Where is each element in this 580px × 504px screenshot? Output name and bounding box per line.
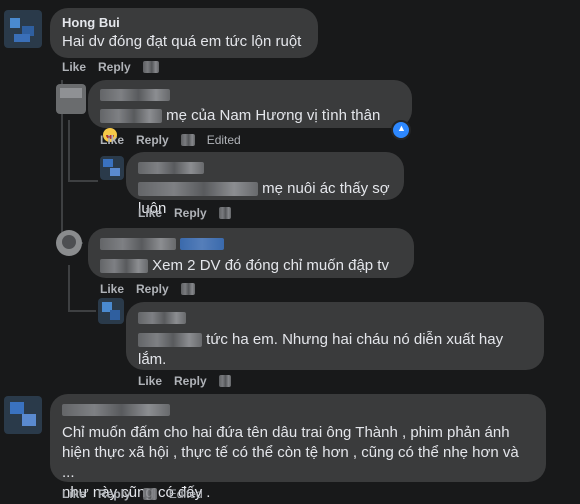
comment-author[interactable] — [100, 88, 170, 101]
like-button[interactable]: Like — [138, 374, 162, 388]
comment-bubble: Chỉ muốn đấm cho hai đứa tên dâu trai ôn… — [50, 394, 546, 501]
like-button[interactable]: Like — [100, 282, 124, 296]
like-button[interactable]: Like — [138, 206, 162, 220]
timestamp[interactable] — [218, 375, 231, 387]
tagged-name[interactable] — [100, 259, 148, 274]
avatar[interactable] — [4, 396, 42, 434]
comment-text: Hai dv đóng đạt quá em tức lộn ruột — [62, 33, 302, 50]
comment-bubble: mẹ nuôi ác thấy sợ luôn — [126, 152, 404, 217]
thread-line — [68, 180, 98, 182]
comment-bubble: tức ha em. Nhưng hai cháu nó diễn xuất h… — [126, 302, 544, 370]
edited-label: Edited — [206, 133, 241, 147]
thread-line — [68, 310, 96, 312]
avatar[interactable] — [100, 156, 124, 180]
timestamp[interactable] — [142, 61, 159, 73]
avatar[interactable] — [98, 298, 124, 324]
reply-button[interactable]: Reply — [98, 60, 131, 74]
tagged-name[interactable] — [138, 333, 202, 348]
like-reaction-icon[interactable] — [391, 120, 411, 140]
comment-text-continued: lắm. — [138, 351, 167, 368]
avatar[interactable] — [56, 230, 82, 256]
comment-author[interactable] — [138, 311, 186, 324]
reply-button[interactable]: Reply — [136, 133, 169, 147]
thread-line — [68, 265, 70, 312]
timestamp[interactable] — [142, 488, 157, 500]
comment-bubble: Xem 2 DV đó đóng chỉ muốn đập tv — [88, 228, 414, 278]
like-button[interactable]: Like — [62, 60, 86, 74]
comment-author[interactable] — [100, 237, 176, 250]
reply-button[interactable]: Reply — [174, 206, 207, 220]
comment-author[interactable]: Hong Bui — [62, 15, 306, 30]
timestamp[interactable] — [180, 134, 195, 146]
comment-author-tag — [180, 237, 225, 250]
comment-text: tức ha em. Nhưng hai cháu nó diễn xuất h… — [206, 331, 504, 348]
avatar[interactable] — [4, 10, 42, 48]
like-button[interactable]: Like — [100, 133, 124, 147]
comment-text-line: Chỉ muốn đấm cho hai đứa tên dâu trai ôn… — [62, 424, 510, 441]
comment-text: mẹ của Nam Hương vị tình thân — [166, 107, 381, 124]
comment-bubble: mẹ của Nam Hương vị tình thân — [88, 80, 412, 142]
like-button[interactable]: Like — [62, 487, 86, 501]
tagged-name[interactable] — [138, 182, 258, 197]
comment-text-line: hiện thực xã hội , thực tế có thể còn tệ… — [62, 444, 519, 481]
tagged-name[interactable] — [100, 109, 162, 124]
comment-text: Xem 2 DV đó đóng chỉ muốn đập tv — [152, 257, 389, 274]
comment-bubble: Hong Bui Hai dv đóng đạt quá em tức lộn … — [50, 8, 318, 58]
reply-button[interactable]: Reply — [98, 487, 131, 501]
edited-label: Edited — [168, 487, 203, 501]
reply-button[interactable]: Reply — [136, 282, 169, 296]
comment-author[interactable] — [62, 403, 170, 416]
reply-button[interactable]: Reply — [174, 374, 207, 388]
thread-line — [68, 120, 70, 182]
timestamp[interactable] — [180, 283, 195, 295]
comment-author[interactable] — [138, 161, 204, 174]
timestamp[interactable] — [218, 207, 231, 219]
avatar[interactable] — [56, 84, 86, 114]
